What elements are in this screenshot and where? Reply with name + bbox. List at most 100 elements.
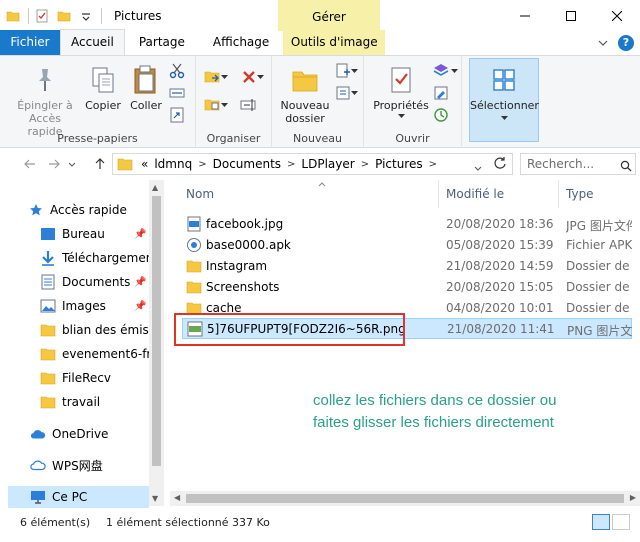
edit-icon[interactable] [432, 84, 450, 102]
paste-shortcut-icon[interactable] [168, 106, 186, 124]
rename-icon[interactable] [240, 96, 258, 114]
maximize-button[interactable] [548, 0, 594, 31]
tab-file[interactable]: Fichier [0, 30, 60, 55]
tab-share[interactable]: Partage [125, 30, 199, 55]
scroll-down-icon[interactable]: ▼ [152, 494, 158, 503]
column-header-name[interactable]: Nom [186, 180, 436, 208]
history-icon[interactable] [432, 106, 450, 124]
breadcrumb-pictures[interactable]: Pictures [375, 157, 423, 171]
breadcrumb-documents[interactable]: Documents [213, 157, 281, 171]
scrollbar-thumb[interactable] [186, 494, 624, 503]
nav-images[interactable]: Images 📌 [40, 295, 150, 317]
table-row[interactable]: facebook.jpg 20/08/2020 18:36 JPG 图片文件 [182, 214, 632, 235]
properties-label: Propriétés [373, 99, 429, 112]
chevron-right-icon[interactable]: > [198, 159, 206, 170]
cut-icon[interactable] [168, 62, 186, 80]
back-button[interactable] [20, 154, 40, 174]
pin-quick-access-button[interactable]: Épingler à Accès rapide [14, 64, 76, 138]
nav-downloads[interactable]: Téléchargements [40, 247, 150, 269]
breadcrumb-ldmnq[interactable]: ldmnq [154, 157, 192, 171]
new-group-label: Nouveau [293, 132, 342, 145]
close-button[interactable] [594, 0, 640, 31]
chevron-right-icon[interactable]: > [287, 159, 295, 170]
scroll-up-icon[interactable]: ▲ [152, 183, 158, 192]
search-input[interactable]: Recherch... [520, 153, 636, 175]
chevron-right-icon[interactable]: > [429, 159, 437, 170]
details-view-icon[interactable] [592, 514, 610, 530]
table-row[interactable]: Instagram 21/08/2020 14:59 Dossier de fi… [182, 256, 632, 277]
column-header-modified[interactable]: Modifié le [446, 180, 556, 208]
table-row[interactable]: base0000.apk 05/08/2020 15:39 Fichier AP… [182, 235, 632, 256]
address-bar[interactable]: « ldmnq > Documents > LDPlayer > Picture… [112, 153, 513, 175]
table-row[interactable]: Screenshots 20/08/2020 15:05 Dossier de … [182, 277, 632, 298]
chevron-down-icon[interactable] [350, 62, 358, 80]
cloud-icon [30, 430, 46, 439]
chevron-down-icon[interactable] [350, 84, 358, 102]
tab-view[interactable]: Affichage [199, 30, 283, 55]
minimize-button[interactable] [502, 0, 548, 31]
chevron-down-icon[interactable] [598, 39, 608, 47]
horizontal-scrollbar[interactable]: ◀ ▶ [170, 491, 640, 506]
paste-button[interactable]: Coller [126, 64, 166, 112]
breadcrumb-ldplayer[interactable]: LDPlayer [301, 157, 354, 171]
scroll-left-icon[interactable]: ◀ [174, 493, 180, 502]
arrow-right-icon [49, 159, 60, 169]
new-folder-label: Nouveau dossier [280, 99, 330, 125]
select-button[interactable]: Sélectionner [470, 64, 539, 121]
column-header-type[interactable]: Type [566, 180, 636, 208]
column-divider[interactable] [558, 180, 559, 208]
help-icon[interactable]: ? [618, 35, 634, 51]
new-folder-button[interactable]: Nouveau dossier [278, 64, 332, 125]
context-tab-manage[interactable]: Gérer [278, 0, 380, 33]
nav-folder-filerecv[interactable]: FileRecv [40, 367, 150, 389]
folder-icon [40, 348, 56, 361]
nav-label: Documents [62, 275, 131, 289]
column-divider[interactable] [438, 180, 439, 208]
chevron-down-icon[interactable] [450, 62, 458, 80]
nav-folder-evenement[interactable]: evenement6-free [40, 343, 150, 365]
open-icon[interactable] [432, 62, 450, 80]
instruction-annotation: collez les fichiers dans ce dossier ou f… [313, 390, 556, 434]
recent-locations-button[interactable] [66, 154, 78, 174]
nav-this-pc[interactable]: Ce PC [8, 486, 149, 508]
address-dropdown-button[interactable] [474, 160, 482, 174]
paste-icon [134, 65, 156, 94]
nav-folder-blian[interactable]: blian des émissions [40, 319, 150, 341]
properties-button[interactable]: Propriétés [370, 64, 432, 119]
copy-label: Copier [85, 99, 121, 112]
maximize-icon [566, 10, 576, 21]
chevron-down-icon[interactable] [220, 68, 228, 86]
large-icons-view-icon[interactable] [612, 514, 630, 530]
cloud-icon [30, 460, 46, 471]
chevron-down-icon[interactable] [256, 68, 264, 86]
breadcrumb-overflow[interactable]: « [141, 157, 148, 171]
search-icon [620, 160, 632, 172]
forward-button[interactable] [44, 154, 64, 174]
chevron-down-icon[interactable] [79, 9, 93, 23]
new-folder-icon [292, 71, 318, 92]
nav-documents[interactable]: Documents 📌 [40, 271, 150, 293]
tab-home[interactable]: Accueil [60, 29, 125, 55]
ribbon: Épingler à Accès rapide Copier Coller Pr… [0, 56, 640, 148]
nav-label: Accès rapide [50, 203, 127, 217]
tab-image-tools[interactable]: Outils d'image [283, 30, 386, 55]
chevron-down-icon[interactable] [220, 96, 228, 114]
pin-icon: 📌 [134, 276, 147, 288]
scroll-right-icon[interactable]: ▶ [630, 493, 636, 502]
copy-button[interactable]: Copier [82, 64, 124, 112]
navigation-scrollbar[interactable]: ▲ ▼ [149, 180, 164, 506]
refresh-button[interactable] [493, 156, 507, 173]
new-folder-icon[interactable] [57, 9, 71, 23]
nav-folder-travail[interactable]: travail [40, 391, 150, 413]
pin-icon [39, 69, 51, 91]
copy-path-icon[interactable] [168, 84, 186, 102]
close-icon [612, 10, 622, 21]
properties-icon[interactable] [35, 9, 49, 23]
nav-bureau[interactable]: Bureau 📌 [40, 223, 150, 245]
scrollbar-thumb[interactable] [152, 196, 161, 466]
select-label: Sélectionner [470, 99, 539, 112]
chevron-right-icon[interactable]: > [361, 159, 369, 170]
window-controls [502, 0, 640, 31]
up-button[interactable] [90, 154, 110, 174]
organize-group: Organiser [196, 56, 272, 148]
